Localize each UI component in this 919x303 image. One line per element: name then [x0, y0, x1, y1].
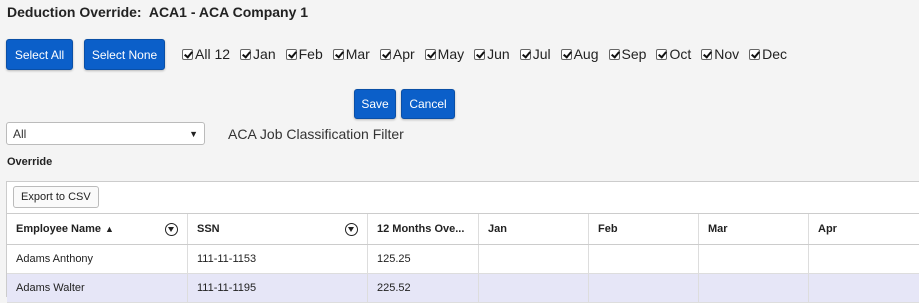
checkbox-checked-icon[interactable]: [701, 48, 713, 60]
cell-ssn[interactable]: 111-11-1153: [188, 245, 368, 273]
month-label: Mar: [345, 46, 370, 62]
month-checkbox-all-12[interactable]: All 12: [182, 46, 230, 62]
month-label: Aug: [573, 46, 599, 62]
checkbox-checked-icon[interactable]: [240, 48, 252, 60]
column-header-apr[interactable]: Apr: [809, 214, 919, 244]
cell-mar[interactable]: [699, 274, 809, 302]
month-label: Sep: [621, 46, 647, 62]
column-header-mar[interactable]: Mar: [699, 214, 809, 244]
checkbox-checked-icon[interactable]: [749, 48, 761, 60]
month-label: Jun: [487, 46, 510, 62]
table-row[interactable]: Adams Walter 111-11-1195 225.52: [7, 274, 919, 303]
column-header-label: 12 Months Ove...: [377, 223, 465, 235]
select-all-button[interactable]: Select All: [6, 39, 73, 70]
select-value: All: [13, 126, 27, 141]
cell-employee-name[interactable]: Adams Anthony: [7, 245, 188, 273]
month-checkbox-jun[interactable]: Jun: [474, 46, 510, 62]
cell-apr[interactable]: [809, 274, 919, 302]
month-checkbox-may[interactable]: May: [424, 46, 465, 62]
checkbox-checked-icon[interactable]: [332, 48, 344, 60]
checkbox-checked-icon[interactable]: [656, 48, 668, 60]
cell-employee-name[interactable]: Adams Walter: [7, 274, 188, 302]
checkbox-checked-icon[interactable]: [519, 48, 531, 60]
checkbox-checked-icon[interactable]: [608, 48, 620, 60]
month-checkbox-jul[interactable]: Jul: [519, 46, 551, 62]
month-checkbox-nov[interactable]: Nov: [701, 46, 739, 62]
month-checkbox-sep[interactable]: Sep: [608, 46, 647, 62]
job-classification-select[interactable]: All ▼: [6, 122, 205, 145]
save-button[interactable]: Save: [354, 89, 396, 119]
cell-ssn[interactable]: 111-11-1195: [188, 274, 368, 302]
checkbox-checked-icon[interactable]: [285, 48, 297, 60]
checkbox-checked-icon[interactable]: [182, 48, 193, 60]
checkbox-checked-icon[interactable]: [379, 48, 391, 60]
column-header-jan[interactable]: Jan: [479, 214, 589, 244]
column-header-ssn[interactable]: SSN: [188, 214, 368, 244]
month-label: Oct: [669, 46, 692, 62]
month-label: Jan: [253, 46, 276, 62]
sort-ascending-icon: ▲: [104, 224, 114, 234]
column-header-employee-name[interactable]: Employee Name ▲: [7, 214, 188, 244]
month-checkbox-feb[interactable]: Feb: [285, 46, 323, 62]
page-title: Deduction Override: ACA1 - ACA Company 1: [7, 4, 309, 20]
export-csv-button[interactable]: Export to CSV: [13, 186, 99, 208]
month-label: Apr: [392, 46, 415, 62]
column-header-12-months[interactable]: 12 Months Ove...: [368, 214, 479, 244]
cell-12-months[interactable]: 125.25: [368, 245, 479, 273]
checkbox-checked-icon[interactable]: [424, 48, 436, 60]
column-header-label: Mar: [708, 223, 728, 235]
column-header-label: Jan: [488, 223, 507, 235]
select-none-button[interactable]: Select None: [84, 39, 165, 70]
checkbox-checked-icon[interactable]: [560, 48, 572, 60]
job-classification-filter-label: ACA Job Classification Filter: [228, 126, 404, 142]
column-header-label: Employee Name: [16, 223, 101, 235]
override-grid: Export to CSV Employee Name ▲ SSN 12 Mont…: [6, 181, 919, 303]
month-checkbox-oct[interactable]: Oct: [656, 46, 691, 62]
month-checkbox-mar[interactable]: Mar: [332, 46, 370, 62]
cancel-button[interactable]: Cancel: [401, 89, 455, 119]
column-header-label: SSN: [197, 223, 220, 235]
checkbox-checked-icon[interactable]: [474, 48, 486, 60]
cell-mar[interactable]: [699, 245, 809, 273]
table-row[interactable]: Adams Anthony 111-11-1153 125.25: [7, 245, 919, 274]
month-label: Feb: [298, 46, 323, 62]
month-label: Nov: [714, 46, 740, 62]
cell-jan[interactable]: [479, 274, 589, 302]
column-header-label: Apr: [818, 223, 837, 235]
section-label-override: Override: [7, 156, 53, 168]
table-header-row: Employee Name ▲ SSN 12 Months Ove... Jan …: [7, 213, 919, 245]
cell-apr[interactable]: [809, 245, 919, 273]
cell-jan[interactable]: [479, 245, 589, 273]
month-checkbox-jan[interactable]: Jan: [240, 46, 276, 62]
cell-feb[interactable]: [589, 245, 699, 273]
column-header-feb[interactable]: Feb: [589, 214, 699, 244]
column-header-label: Feb: [598, 223, 618, 235]
cell-feb[interactable]: [589, 274, 699, 302]
month-label: Dec: [762, 46, 788, 62]
chevron-down-icon: ▼: [189, 128, 198, 139]
month-label: Jul: [532, 46, 551, 62]
override-table: Employee Name ▲ SSN 12 Months Ove... Jan …: [7, 213, 919, 303]
month-checkbox-apr[interactable]: Apr: [379, 46, 415, 62]
month-checkbox-dec[interactable]: Dec: [749, 46, 787, 62]
month-checkbox-aug[interactable]: Aug: [560, 46, 599, 62]
month-checkbox-group: All 12 Jan Feb Mar Apr May Jun Jul Aug S…: [182, 46, 797, 62]
month-label: May: [437, 46, 465, 62]
cell-12-months[interactable]: 225.52: [368, 274, 479, 302]
filter-funnel-icon[interactable]: [345, 222, 358, 236]
filter-funnel-icon[interactable]: [165, 222, 178, 236]
month-label: All 12: [195, 46, 231, 62]
